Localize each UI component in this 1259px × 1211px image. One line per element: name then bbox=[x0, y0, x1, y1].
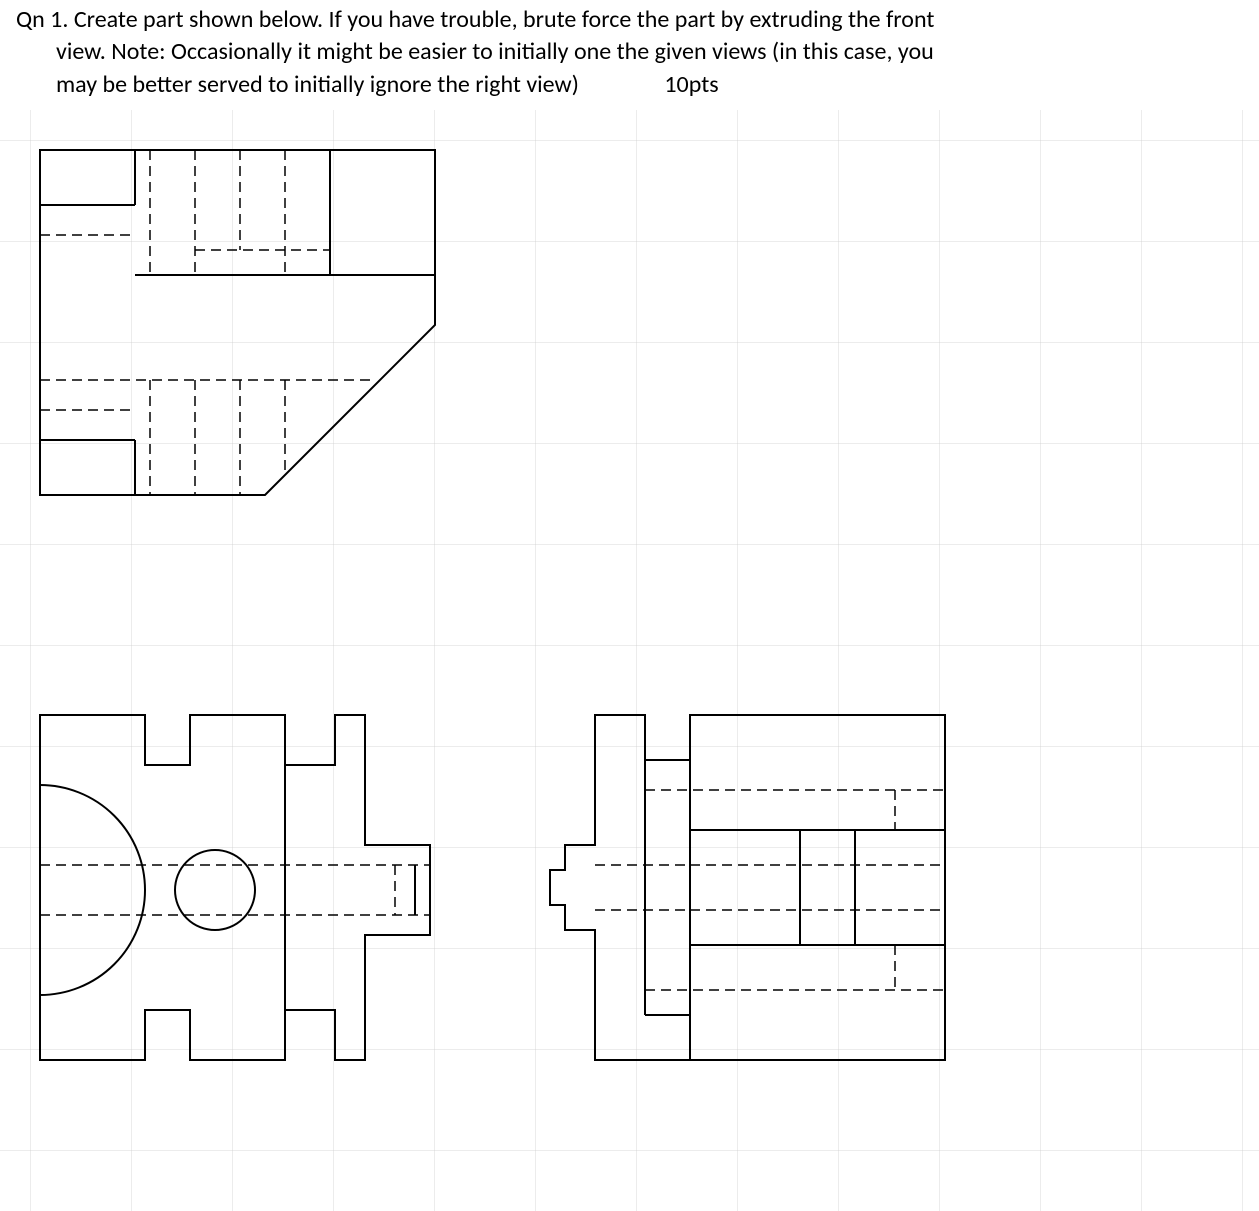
question-points: 10pts bbox=[664, 69, 718, 101]
drawing-grid bbox=[0, 110, 1259, 1211]
question-line2: view. Note: Occasionally it might be eas… bbox=[56, 37, 934, 66]
question-prompt: Qn 1. Create part shown below. If you ha… bbox=[16, 4, 1239, 101]
question-line1: Create part shown below. If you have tro… bbox=[74, 5, 935, 34]
right-view-drawing bbox=[545, 710, 965, 1070]
front-view-drawing bbox=[35, 710, 455, 1070]
question-number: Qn 1. bbox=[16, 5, 68, 34]
question-line3: may be better served to initially ignore… bbox=[56, 70, 579, 99]
top-view-drawing bbox=[35, 145, 455, 505]
